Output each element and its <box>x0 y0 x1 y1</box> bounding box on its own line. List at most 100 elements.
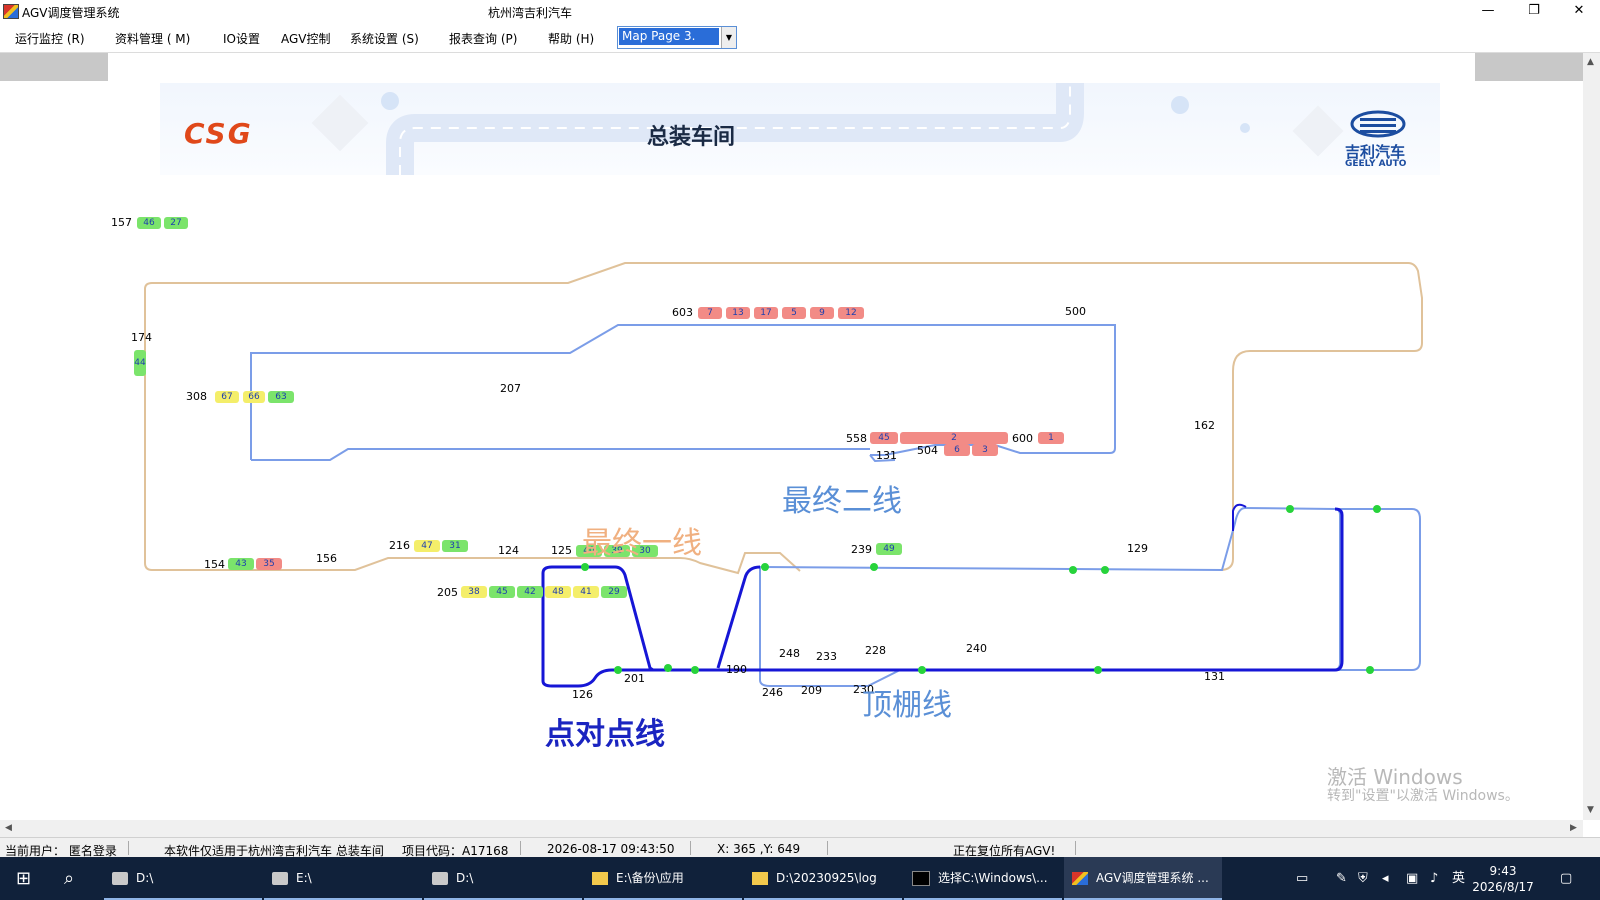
chevron-down-icon[interactable]: ▼ <box>721 27 736 48</box>
menu-data-management[interactable]: 资料管理 ( M) <box>115 30 190 47</box>
taskbar-item-backup-folder[interactable]: E:\备份\应用 <box>584 857 742 900</box>
agv-id: 6 <box>954 445 960 455</box>
route-right-loop <box>1335 508 1421 671</box>
notification-icon[interactable]: ▢ <box>1560 857 1572 900</box>
agv-chip[interactable]: 12 <box>838 307 864 319</box>
agv-chip[interactable]: 3 <box>972 444 998 456</box>
agv-id: 63 <box>275 392 287 402</box>
drive-icon <box>272 872 288 885</box>
node-label: 558 <box>846 432 867 445</box>
agv-chip[interactable]: 63 <box>268 391 294 403</box>
agv-chip[interactable]: 49 <box>876 543 902 555</box>
taskbar-item-drive-d2[interactable]: D:\ <box>424 857 582 900</box>
node-label: 157 <box>111 216 132 229</box>
menu-agv-control[interactable]: AGV控制 <box>281 30 331 47</box>
status-coords: X: 365 ,Y: 649 <box>717 842 801 856</box>
agv-id: 44 <box>134 358 146 368</box>
agv-chip[interactable]: 67 <box>215 391 239 403</box>
network-icon[interactable]: ▣ <box>1406 857 1418 900</box>
menu-report-query[interactable]: 报表查询 (P) <box>449 30 517 47</box>
taskbar: ⊞ ⌕ D:\ E:\ D:\ E:\备份\应用 D:\20230925\log… <box>0 857 1600 900</box>
windows-start-icon[interactable]: ⊞ <box>16 857 46 900</box>
agv-chip[interactable]: 44 <box>134 350 146 376</box>
pen-icon[interactable]: ✎ <box>1336 857 1347 900</box>
zone-label-line2: 最终二线 <box>782 484 902 519</box>
agv-chip[interactable]: 38 <box>461 586 487 598</box>
taskbar-item-drive-d[interactable]: D:\ <box>104 857 262 900</box>
agv-id: 41 <box>580 587 592 597</box>
close-button[interactable]: ✕ <box>1556 0 1600 22</box>
agv-chip[interactable]: 66 <box>243 391 265 403</box>
node-label: 240 <box>966 642 987 655</box>
agv-chip[interactable]: 6 <box>944 444 970 456</box>
clock-time: 9:43 <box>1489 864 1517 878</box>
system-clock[interactable]: 9:43 2026/8/17 <box>1468 863 1538 895</box>
restore-button[interactable]: ❐ <box>1511 0 1557 22</box>
taskbar-item-agv-app[interactable]: AGV调度管理系统 ... <box>1064 857 1222 900</box>
agv-chip[interactable]: 17 <box>754 307 778 319</box>
vertical-scrollbar[interactable]: ▲ ▼ <box>1583 53 1600 820</box>
minimize-button[interactable]: — <box>1465 0 1511 22</box>
agv-chip[interactable]: 43 <box>228 558 254 570</box>
volume-icon[interactable]: ♪ <box>1430 857 1438 900</box>
horizontal-scrollbar[interactable]: ◀ ▶ <box>0 820 1583 837</box>
node-label: 131 <box>876 449 897 462</box>
node-label: 308 <box>186 390 207 403</box>
keyboard-icon[interactable]: ▭ <box>1296 857 1308 900</box>
agv-chip[interactable]: 5 <box>782 307 806 319</box>
agv-id: 49 <box>883 544 895 554</box>
agv-chip[interactable]: 29 <box>601 586 627 598</box>
node-label: 228 <box>865 644 886 657</box>
agv-id: 38 <box>468 587 480 597</box>
station-dot <box>1366 666 1374 674</box>
station-dot <box>1101 566 1109 574</box>
station-dot <box>1094 666 1102 674</box>
scroll-up-icon[interactable]: ▲ <box>1587 57 1594 67</box>
ime-indicator[interactable]: 英 <box>1452 857 1465 900</box>
shield-icon[interactable]: ⛨ <box>1358 857 1368 900</box>
scroll-right-icon[interactable]: ▶ <box>1570 823 1577 833</box>
agv-chip[interactable]: 9 <box>810 307 834 319</box>
agv-id: 1 <box>1048 433 1054 443</box>
menu-system-settings[interactable]: 系统设置 (S) <box>350 30 419 47</box>
node-label: 233 <box>816 650 837 663</box>
map-canvas[interactable]: CSG 总装车间 吉利汽车 GEELY AUTO 157 174 308 207… <box>0 53 1583 820</box>
node-label: 216 <box>389 539 410 552</box>
menu-run-monitor[interactable]: 运行监控 (R) <box>15 30 85 47</box>
agv-chip[interactable]: 13 <box>726 307 750 319</box>
scroll-down-icon[interactable]: ▼ <box>1587 805 1594 815</box>
agv-chip[interactable]: 46 <box>137 217 161 229</box>
taskbar-item-drive-e[interactable]: E:\ <box>264 857 422 900</box>
status-separator <box>690 841 691 855</box>
agv-chip[interactable]: 31 <box>442 540 468 552</box>
agv-id: 29 <box>608 587 620 597</box>
station-dot <box>1373 505 1381 513</box>
agv-chip[interactable]: 42 <box>517 586 543 598</box>
speaker-muted-icon[interactable]: ◂ <box>1382 857 1389 900</box>
agv-chip[interactable]: 45 <box>870 432 898 444</box>
taskbar-item-cmd[interactable]: 选择C:\Windows\... <box>904 857 1062 900</box>
agv-chip[interactable]: 47 <box>414 540 440 552</box>
taskbar-item-log-folder[interactable]: D:\20230925\log <box>744 857 902 900</box>
menu-help[interactable]: 帮助 (H) <box>548 30 594 47</box>
agv-id: 67 <box>221 392 233 402</box>
activation-watermark-hint: 转到"设置"以激活 Windows。 <box>1327 788 1519 804</box>
node-label: 504 <box>917 444 938 457</box>
app-icon <box>1072 872 1088 885</box>
map-page-select[interactable]: Map Page 3. ▼ <box>617 26 737 49</box>
node-label: 500 <box>1065 305 1086 318</box>
agv-chip[interactable]: 7 <box>698 307 722 319</box>
agv-chip[interactable]: 1 <box>1038 432 1064 444</box>
agv-chip[interactable]: 27 <box>164 217 188 229</box>
agv-chip[interactable]: 2 <box>900 432 1008 444</box>
agv-chip[interactable]: 48 <box>545 586 571 598</box>
agv-id: 27 <box>170 218 182 228</box>
agv-id: 43 <box>235 559 247 569</box>
agv-chip[interactable]: 45 <box>489 586 515 598</box>
menu-io-settings[interactable]: IO设置 <box>223 30 260 47</box>
agv-chip[interactable]: 35 <box>256 558 282 570</box>
node-label: 124 <box>498 544 519 557</box>
agv-chip[interactable]: 41 <box>573 586 599 598</box>
scroll-left-icon[interactable]: ◀ <box>5 823 12 833</box>
search-icon[interactable]: ⌕ <box>64 857 88 900</box>
